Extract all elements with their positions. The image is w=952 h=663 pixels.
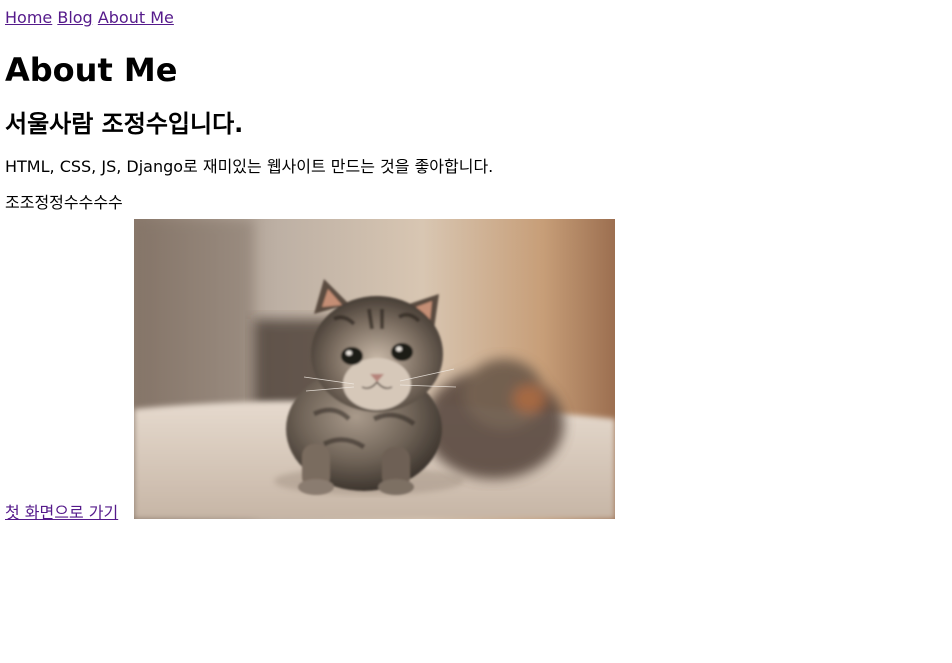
kitten-image bbox=[134, 219, 615, 519]
nav-link-about[interactable]: About Me bbox=[98, 8, 174, 27]
home-link[interactable]: 첫 화면으로 가기 bbox=[5, 503, 118, 523]
page-title: About Me bbox=[5, 51, 178, 89]
nav-link-home[interactable]: Home bbox=[5, 8, 52, 27]
image-row: 첫 화면으로 가기 bbox=[5, 219, 947, 522]
nav-link-blog[interactable]: Blog bbox=[57, 8, 92, 27]
subtitle: 서울사람 조정수입니다. bbox=[5, 110, 244, 138]
nickname-text: 조조정정수수수수 bbox=[5, 193, 123, 212]
kitten-illustration bbox=[134, 219, 615, 519]
top-nav: Home Blog About Me bbox=[5, 6, 947, 30]
page: Home Blog About Me About Me 서울사람 조정수입니다.… bbox=[0, 0, 952, 522]
intro-text: HTML, CSS, JS, Django로 재미있는 웹사이트 만드는 것을 … bbox=[5, 157, 494, 176]
